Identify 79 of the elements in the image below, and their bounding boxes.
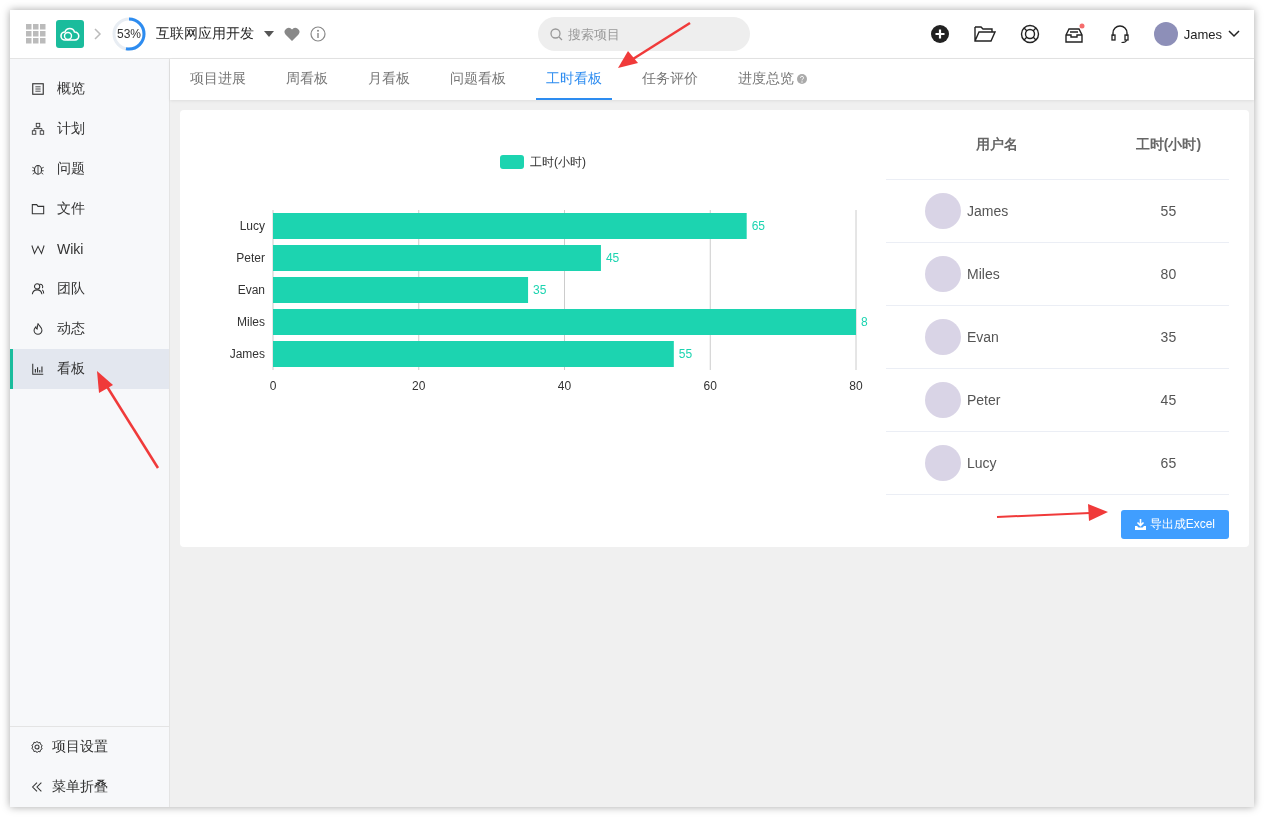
axis-tick-label: 20 bbox=[412, 379, 426, 393]
sidebar-item[interactable]: 概览 bbox=[10, 69, 169, 109]
column-header: 用户名 bbox=[975, 135, 1018, 152]
bar-value-label: 65 bbox=[751, 219, 766, 233]
wiki-icon bbox=[31, 242, 45, 256]
sidebar-item[interactable]: 动态 bbox=[10, 309, 169, 349]
sidebar-footer-item[interactable]: 项目设置 bbox=[10, 727, 169, 767]
legend-label: 工时(小时) bbox=[530, 155, 586, 169]
bar-value-label: 8 bbox=[861, 315, 868, 329]
info-icon[interactable] bbox=[310, 26, 326, 42]
user-name: Lucy bbox=[967, 455, 997, 471]
sidebar-item[interactable]: 看板 bbox=[10, 349, 169, 389]
progress-percent: 53% bbox=[117, 27, 141, 41]
user-name: Evan bbox=[967, 329, 999, 345]
add-icon[interactable] bbox=[929, 24, 950, 44]
tab[interactable]: 进度总览 bbox=[728, 59, 817, 100]
avatar-placeholder bbox=[925, 382, 961, 418]
caret-down-icon[interactable] bbox=[264, 31, 274, 37]
bar-value-label: 45 bbox=[605, 251, 620, 265]
sidebar-item[interactable]: 团队 bbox=[10, 269, 169, 309]
tab[interactable]: 问题看板 bbox=[440, 59, 516, 100]
user-name: James bbox=[967, 203, 1009, 219]
sidebar-item[interactable]: 计划 bbox=[10, 109, 169, 149]
folder-icon[interactable] bbox=[973, 25, 996, 43]
axis-tick-label: 0 bbox=[269, 379, 277, 393]
category-label: Lucy bbox=[239, 219, 265, 233]
hours-value: 80 bbox=[1160, 266, 1177, 282]
axis-tick-label: 60 bbox=[703, 379, 717, 393]
bug-icon bbox=[31, 162, 45, 176]
download-icon bbox=[1134, 519, 1146, 530]
hours-value: 45 bbox=[1160, 392, 1177, 408]
avatar-placeholder bbox=[925, 319, 961, 355]
headset-icon[interactable] bbox=[1109, 24, 1130, 44]
avatar-placeholder bbox=[925, 445, 961, 481]
user-name: Miles bbox=[967, 266, 1000, 282]
chevron-down-icon bbox=[1228, 30, 1240, 38]
category-label: Peter bbox=[236, 251, 265, 265]
chart-legend: 工时(小时) bbox=[500, 155, 586, 169]
category-label: James bbox=[229, 347, 265, 361]
progress-ring bbox=[112, 17, 146, 51]
user-avatar bbox=[1153, 22, 1178, 46]
search-field[interactable]: 搜索项目 bbox=[538, 17, 750, 51]
axis-tick-label: 40 bbox=[557, 379, 572, 393]
folder-icon bbox=[31, 202, 45, 216]
category-label: Evan bbox=[237, 283, 265, 297]
settings-icon bbox=[30, 740, 44, 754]
bar-value-label: 55 bbox=[678, 347, 693, 361]
collapse-icon bbox=[30, 780, 44, 794]
user-menu[interactable]: James bbox=[1153, 22, 1240, 46]
plan-icon bbox=[31, 122, 45, 136]
heart-icon[interactable] bbox=[284, 27, 300, 41]
tab[interactable]: 任务评价 bbox=[632, 59, 708, 100]
bar-value-label: 35 bbox=[533, 283, 547, 297]
tab[interactable]: 月看板 bbox=[358, 59, 420, 100]
tab[interactable]: 工时看板 bbox=[536, 59, 612, 100]
avatar-placeholder bbox=[925, 256, 961, 292]
search-icon bbox=[550, 28, 563, 41]
sidebar-item[interactable]: 文件 bbox=[10, 189, 169, 229]
project-name[interactable]: 互联网应用开发 bbox=[156, 25, 254, 43]
user-name: Peter bbox=[967, 392, 1001, 408]
flame-icon bbox=[31, 322, 45, 336]
team-icon bbox=[31, 282, 45, 296]
sidebar-item[interactable]: Wiki bbox=[10, 229, 169, 269]
category-label: Miles bbox=[237, 315, 265, 329]
tab[interactable]: 周看板 bbox=[276, 59, 338, 100]
axis-tick-label: 80 bbox=[849, 379, 863, 393]
avatar-placeholder bbox=[925, 193, 961, 229]
sidebar-item[interactable]: 问题 bbox=[10, 149, 169, 189]
column-header: 工时(小时) bbox=[1135, 135, 1202, 152]
lifebuoy-icon[interactable] bbox=[1019, 24, 1040, 44]
hours-value: 35 bbox=[1160, 329, 1177, 345]
tab[interactable]: 项目进展 bbox=[180, 59, 256, 100]
inbox-icon[interactable] bbox=[1063, 23, 1086, 45]
chevron-right-icon bbox=[94, 28, 102, 40]
overview-icon bbox=[31, 82, 45, 96]
hours-value: 55 bbox=[1160, 203, 1177, 219]
bar-chart-icon bbox=[31, 362, 45, 376]
hours-value: 65 bbox=[1160, 455, 1177, 471]
sidebar-footer-item[interactable]: 菜单折叠 bbox=[10, 767, 169, 807]
